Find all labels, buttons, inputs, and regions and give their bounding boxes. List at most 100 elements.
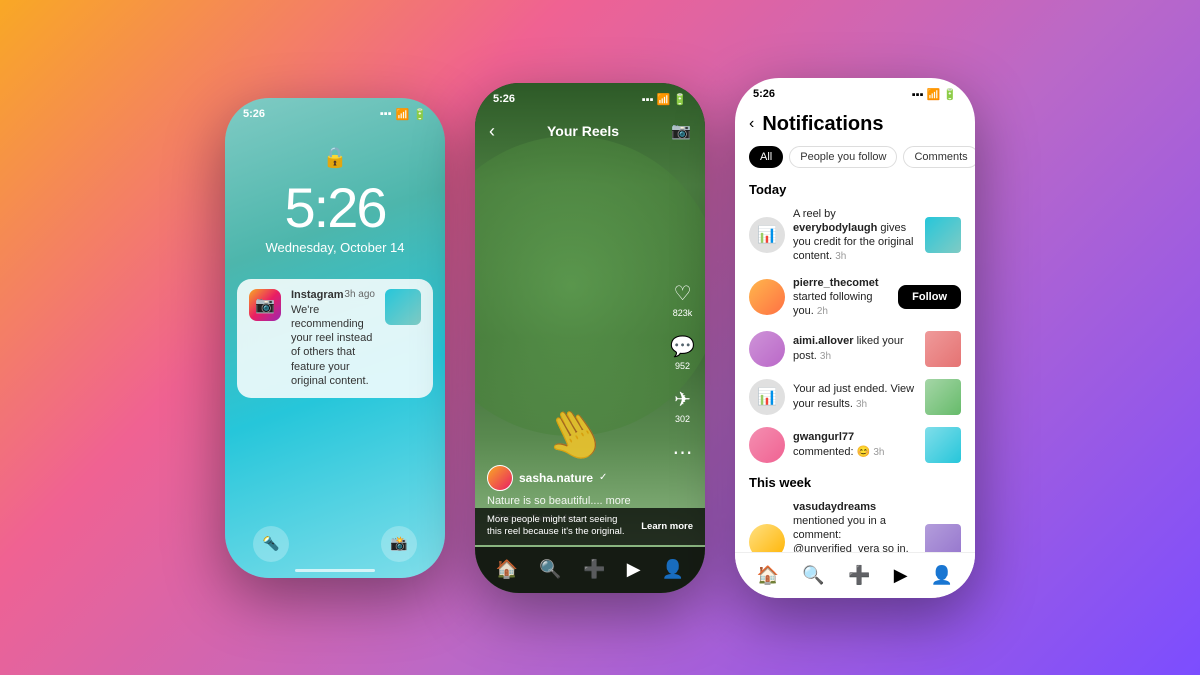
notif-follow-text: pierre_thecomet started following you. 2… bbox=[793, 276, 890, 319]
reels-status-bar: 5:26 ▪▪▪ 📶 🔋 bbox=[475, 83, 705, 110]
reels-banner-text: More people might start seeing this reel… bbox=[487, 514, 633, 539]
reels-original-banner: More people might start seeing this reel… bbox=[475, 508, 705, 545]
lock-status-icons: ▪▪▪ 📶 🔋 bbox=[380, 108, 427, 121]
instagram-app-icon: 📷 bbox=[249, 289, 281, 321]
reels-user-row: sasha.nature ✓ bbox=[487, 465, 643, 491]
lock-bottom-actions: 🔦 📸 bbox=[225, 526, 445, 562]
notif-ad-text: Your ad just ended. View your results. 3… bbox=[793, 382, 917, 411]
notif-reel-thumb bbox=[925, 217, 961, 253]
notif-comment: gwangurl77 commented: 😊 3h bbox=[735, 421, 975, 469]
lock-date: Wednesday, October 14 bbox=[266, 240, 405, 255]
notifs-bottom-nav: 🏠 🔍 ➕ ▶ 👤 bbox=[735, 552, 975, 598]
wifi-icon: 📶 bbox=[396, 108, 410, 121]
reels-wifi-icon: 📶 bbox=[657, 94, 671, 106]
notif-comment-text: gwangurl77 commented: 😊 3h bbox=[793, 430, 917, 459]
nav-search-icon[interactable]: 🔍 bbox=[802, 565, 824, 586]
reels-status-time: 5:26 bbox=[493, 93, 515, 105]
lock-clock: 5:26 bbox=[285, 180, 386, 236]
notif-comment-thumb bbox=[925, 427, 961, 463]
notif-ad-avatar: 📊 bbox=[749, 379, 785, 415]
section-this-week: This week bbox=[735, 469, 975, 494]
reels-signal-icon: ▪▪▪ bbox=[642, 94, 654, 106]
reels-comment-count: 952 bbox=[675, 361, 690, 371]
filter-all[interactable]: All bbox=[749, 146, 783, 168]
reels-learn-more-link[interactable]: Learn more bbox=[641, 521, 693, 532]
lock-notif-app-name: Instagram bbox=[291, 289, 344, 301]
reels-share-action[interactable]: ✈ 302 bbox=[674, 387, 691, 424]
notif-like-avatar bbox=[749, 331, 785, 367]
section-today: Today bbox=[735, 176, 975, 201]
reels-camera-icon[interactable]: 📷 bbox=[671, 121, 691, 141]
lock-notification-card[interactable]: 📷 Instagram 3h ago We're recommending yo… bbox=[237, 279, 433, 399]
home-bar[interactable] bbox=[295, 569, 375, 572]
reels-username[interactable]: sasha.nature bbox=[519, 471, 593, 485]
reels-battery-icon: 🔋 bbox=[673, 94, 687, 106]
signal-icon: ▪▪▪ bbox=[380, 108, 392, 120]
nav-home-icon[interactable]: 🏠 bbox=[496, 559, 518, 580]
reels-status-icons: ▪▪▪ 📶 🔋 bbox=[642, 93, 687, 106]
nav-home-icon[interactable]: 🏠 bbox=[757, 565, 779, 586]
reels-comment-action[interactable]: 💬 952 bbox=[670, 334, 695, 371]
reels-user-avatar bbox=[487, 465, 513, 491]
notifs-wifi-icon: 📶 bbox=[927, 89, 941, 101]
notif-follow-avatar bbox=[749, 279, 785, 315]
lock-notif-time: 3h ago bbox=[344, 289, 375, 300]
notifs-back-button[interactable]: ‹ bbox=[749, 115, 754, 133]
camera-icon[interactable]: 📸 bbox=[381, 526, 417, 562]
notifications-filter-bar: All People you follow Comments Follows bbox=[735, 142, 975, 176]
instagram-icon: 📷 bbox=[255, 295, 275, 315]
reels-share-count: 302 bbox=[675, 414, 690, 424]
reels-like-action[interactable]: ♡ 823k bbox=[673, 281, 693, 318]
reels-verified-icon: ✓ bbox=[599, 472, 607, 483]
flashlight-icon[interactable]: 🔦 bbox=[253, 526, 289, 562]
lock-status-bar: 5:26 ▪▪▪ 📶 🔋 bbox=[225, 98, 445, 125]
reels-caption: Nature is so beautiful.... more bbox=[487, 495, 643, 507]
lock-body: 🔒 5:26 Wednesday, October 14 📷 Instagram… bbox=[225, 125, 445, 399]
lock-notif-text: We're recommending your reel instead of … bbox=[291, 303, 375, 389]
filter-comments[interactable]: Comments bbox=[903, 146, 975, 168]
notif-like-thumb bbox=[925, 331, 961, 367]
lock-status-time: 5:26 bbox=[243, 108, 265, 120]
notif-ad: 📊 Your ad just ended. View your results.… bbox=[735, 373, 975, 421]
follow-button[interactable]: Follow bbox=[898, 285, 961, 309]
heart-icon: ♡ bbox=[674, 281, 692, 306]
notifications-header: ‹ Notifications bbox=[735, 105, 975, 142]
reels-more-action[interactable]: ⋯ bbox=[673, 440, 693, 465]
notifications-title: Notifications bbox=[762, 113, 883, 136]
notif-like: aimi.allover liked your post. 3h bbox=[735, 325, 975, 373]
notif-follow: pierre_thecomet started following you. 2… bbox=[735, 270, 975, 325]
notif-ad-thumb bbox=[925, 379, 961, 415]
lock-notif-header: Instagram 3h ago bbox=[291, 289, 375, 301]
notif-reel-text: A reel by everybodylaugh gives you credi… bbox=[793, 207, 917, 264]
nav-reels-icon[interactable]: ▶ bbox=[627, 559, 641, 580]
nav-profile-icon[interactable]: 👤 bbox=[662, 559, 684, 580]
nav-profile-icon[interactable]: 👤 bbox=[931, 565, 953, 586]
lock-icon: 🔒 bbox=[323, 145, 348, 170]
notif-reel-avatar: 📊 bbox=[749, 217, 785, 253]
notifs-status-bar: 5:26 ▪▪▪ 📶 🔋 bbox=[735, 78, 975, 105]
nav-reels-icon[interactable]: ▶ bbox=[894, 565, 908, 586]
notif-like-text: aimi.allover liked your post. 3h bbox=[793, 334, 917, 363]
reels-right-actions: ♡ 823k 💬 952 ✈ 302 ⋯ bbox=[670, 281, 695, 465]
more-icon: ⋯ bbox=[673, 440, 693, 465]
nav-create-icon[interactable]: ➕ bbox=[848, 565, 870, 586]
nav-create-icon[interactable]: ➕ bbox=[583, 559, 605, 580]
reels-like-count: 823k bbox=[673, 308, 693, 318]
comment-icon: 💬 bbox=[670, 334, 695, 359]
nav-search-icon[interactable]: 🔍 bbox=[539, 559, 561, 580]
reels-top-bar: ‹ Your Reels 📷 bbox=[475, 113, 705, 150]
phone-reels-screen: 🤚 5:26 ▪▪▪ 📶 🔋 ‹ Your Reels 📷 ♡ 823k 💬 9… bbox=[475, 83, 705, 593]
lock-notif-content: Instagram 3h ago We're recommending your… bbox=[291, 289, 375, 389]
battery-icon: 🔋 bbox=[413, 108, 427, 121]
share-icon: ✈ bbox=[674, 387, 691, 412]
phone-lock-screen: 5:26 ▪▪▪ 📶 🔋 🔒 5:26 Wednesday, October 1… bbox=[225, 98, 445, 578]
notifs-status-icons: ▪▪▪ 📶 🔋 bbox=[912, 88, 957, 101]
reels-bottom-nav: 🏠 🔍 ➕ ▶ 👤 bbox=[475, 547, 705, 593]
reels-back-icon[interactable]: ‹ bbox=[489, 121, 495, 142]
notifs-battery-icon: 🔋 bbox=[943, 89, 957, 101]
lock-notif-thumb bbox=[385, 289, 421, 325]
phone-notifications-screen: 5:26 ▪▪▪ 📶 🔋 ‹ Notifications All People … bbox=[735, 78, 975, 598]
notifs-status-time: 5:26 bbox=[753, 88, 775, 100]
filter-people-follow[interactable]: People you follow bbox=[789, 146, 897, 168]
notifs-signal-icon: ▪▪▪ bbox=[912, 89, 924, 101]
